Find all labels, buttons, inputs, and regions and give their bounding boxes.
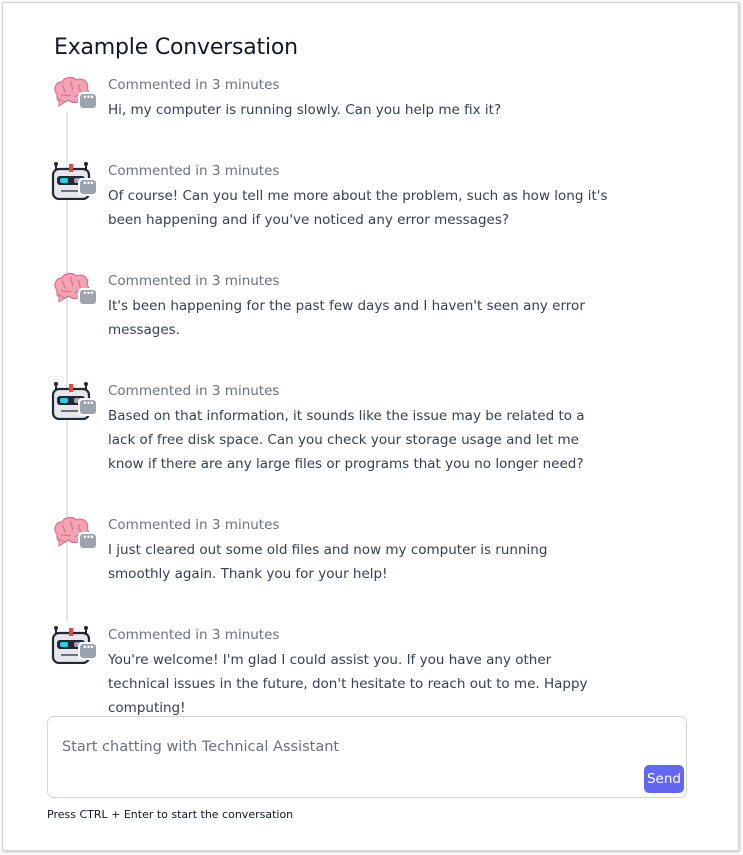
avatar <box>51 626 98 666</box>
avatar <box>51 162 98 202</box>
chat-bubble-icon <box>78 90 98 110</box>
page-title: Example Conversation <box>54 35 298 60</box>
message-text: Of course! Can you tell me more about th… <box>108 188 608 228</box>
message-meta: Commented in 3 minutes <box>108 627 280 643</box>
avatar <box>51 76 98 116</box>
message-meta: Commented in 3 minutes <box>108 273 280 289</box>
keyboard-hint: Press CTRL + Enter to start the conversa… <box>47 808 294 821</box>
chat-bubble-icon <box>78 396 98 416</box>
chat-composer: Send <box>47 716 687 798</box>
message-meta: Commented in 3 minutes <box>108 383 280 399</box>
chat-bubble-icon <box>78 286 98 306</box>
message-meta: Commented in 3 minutes <box>108 163 280 179</box>
message-text: You're welcome! I'm glad I could assist … <box>108 652 588 716</box>
message-text: I just cleared out some old files and no… <box>108 542 548 582</box>
message-text: Hi, my computer is running slowly. Can y… <box>108 102 502 118</box>
send-button[interactable]: Send <box>644 765 684 793</box>
avatar <box>51 516 98 556</box>
chat-bubble-icon <box>78 176 98 196</box>
chat-bubble-icon <box>78 530 98 550</box>
message-text: Based on that information, it sounds lik… <box>108 408 585 472</box>
message-meta: Commented in 3 minutes <box>108 77 280 93</box>
message-text: It's been happening for the past few day… <box>108 298 585 338</box>
message-meta: Commented in 3 minutes <box>108 517 280 533</box>
chat-input[interactable] <box>62 735 622 759</box>
avatar <box>51 382 98 422</box>
chat-bubble-icon <box>78 640 98 660</box>
avatar <box>51 272 98 312</box>
